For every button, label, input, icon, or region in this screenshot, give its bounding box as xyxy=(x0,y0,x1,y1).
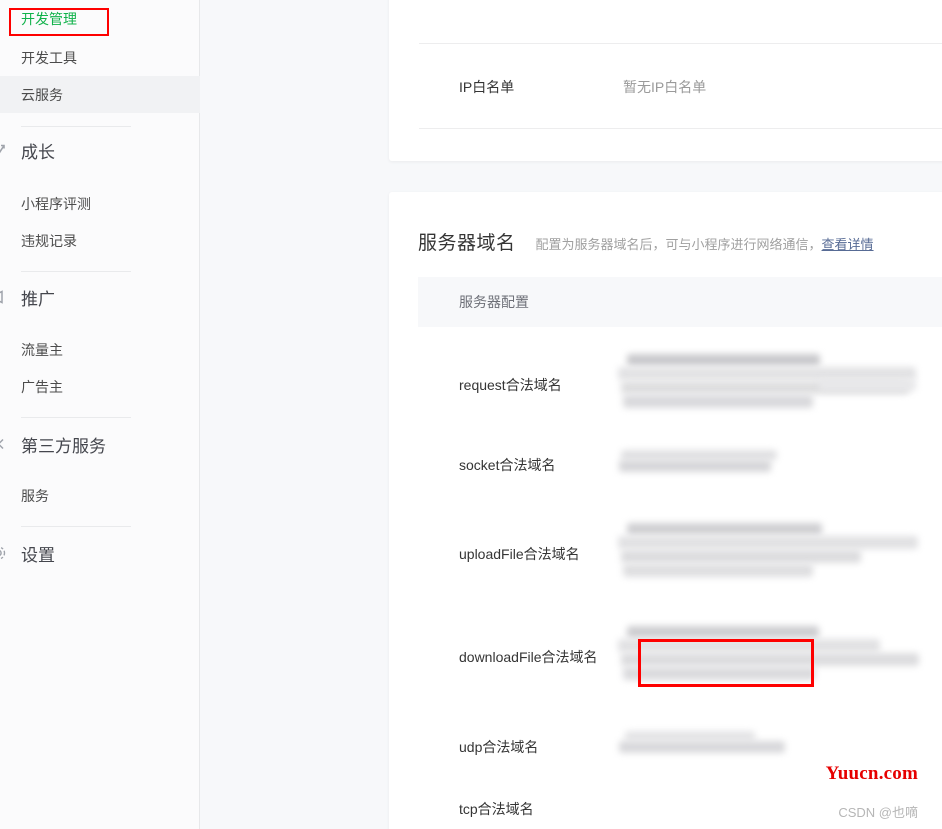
sidebar-group-settings: 设置 xyxy=(0,531,200,575)
sidebar-item-label: 流量主 xyxy=(21,341,63,358)
view-details-link[interactable]: 查看详情 xyxy=(822,237,874,252)
row-label-uploadfile: uploadFile合法域名 xyxy=(459,546,580,562)
table-row: socket合法域名 xyxy=(459,450,942,479)
sidebar-item-label: 广告主 xyxy=(21,378,63,395)
ip-whitelist-row: IP白名单 暂无IP白名单 xyxy=(459,77,706,97)
table-header-label: 服务器配置 xyxy=(459,294,529,310)
row-label-downloadfile: downloadFile合法域名 xyxy=(459,649,598,665)
sidebar-divider xyxy=(21,526,131,527)
table-row: uploadFile合法域名 xyxy=(459,523,942,606)
sidebar-item-violation-records[interactable]: 违规记录 xyxy=(0,222,200,259)
page-title: 服务器域名 xyxy=(418,233,516,254)
sidebar-group-label: 第三方服务 xyxy=(21,436,106,456)
sidebar-item-cloud-service[interactable]: 云服务 xyxy=(0,76,200,113)
watermark-secondary: CSDN @也嘀 xyxy=(838,805,918,820)
ip-whitelist-card: IP白名单 暂无IP白名单 xyxy=(389,0,942,161)
sidebar-item-dev-tools[interactable]: 开发工具 xyxy=(0,39,200,76)
row-label-socket: socket合法域名 xyxy=(459,457,556,473)
table-row: request合法域名 xyxy=(459,354,942,437)
sidebar-item-miniprogram-review[interactable]: 小程序评测 xyxy=(0,185,200,222)
sidebar-group-growth: 成长 xyxy=(0,128,200,172)
growth-icon xyxy=(0,142,7,159)
table-row: downloadFile合法域名 xyxy=(459,626,942,709)
sidebar-group-label: 推广 xyxy=(21,289,55,309)
sidebar-item-label: 服务 xyxy=(21,487,49,504)
sidebar-item-label: 小程序评测 xyxy=(21,195,91,212)
table-header-server-config: 服务器配置 xyxy=(418,277,942,327)
sidebar-item-label: 开发管理 xyxy=(21,10,77,27)
section-description: 配置为服务器域名后，可与小程序进行网络通信，查看详情 xyxy=(536,234,874,253)
row-label-request: request合法域名 xyxy=(459,377,562,393)
promotion-icon xyxy=(0,289,7,306)
sidebar-divider xyxy=(21,126,131,127)
sidebar-item-service[interactable]: 服务 xyxy=(0,477,200,514)
row-divider xyxy=(419,128,942,129)
sidebar-divider xyxy=(21,271,131,272)
row-value-downloadfile xyxy=(618,626,942,709)
sidebar-item-label: 违规记录 xyxy=(21,232,77,249)
sidebar-divider xyxy=(21,417,131,418)
row-divider xyxy=(419,43,942,44)
ip-whitelist-value: 暂无IP白名单 xyxy=(623,79,707,95)
sidebar-item-label: 云服务 xyxy=(21,86,63,103)
sidebar-group-label: 成长 xyxy=(21,142,55,162)
watermark-primary: Yuucn.com xyxy=(825,763,918,784)
sidebar-item-dev-management[interactable]: 开发管理 xyxy=(0,0,200,37)
row-value-socket xyxy=(619,450,942,479)
row-value-request xyxy=(618,354,942,437)
settings-icon xyxy=(0,545,7,562)
section-header: 服务器域名 配置为服务器域名后，可与小程序进行网络通信，查看详情 xyxy=(418,228,874,255)
ip-whitelist-label: IP白名单 xyxy=(459,79,515,95)
sidebar-item-label: 开发工具 xyxy=(21,49,77,66)
sidebar: 开发管理 开发工具 云服务 成长 小程序评测 违规记录 推广 流量主 广告主 第… xyxy=(0,0,200,829)
section-description-text: 配置为服务器域名后，可与小程序进行网络通信， xyxy=(535,237,822,252)
sidebar-item-traffic-owner[interactable]: 流量主 xyxy=(0,331,200,368)
server-domain-card: 服务器域名 配置为服务器域名后，可与小程序进行网络通信，查看详情 服务器配置 r… xyxy=(389,192,942,829)
sidebar-group-thirdparty: 第三方服务 xyxy=(0,422,200,466)
main-content: IP白名单 暂无IP白名单 服务器域名 配置为服务器域名后，可与小程序进行网络通… xyxy=(200,0,942,829)
sidebar-group-promotion: 推广 xyxy=(0,275,200,319)
thirdparty-icon xyxy=(0,436,7,453)
row-label-tcp: tcp合法域名 xyxy=(459,801,534,817)
row-value-udp xyxy=(619,731,942,761)
sidebar-group-label: 设置 xyxy=(21,545,55,565)
page-root: 开发管理 开发工具 云服务 成长 小程序评测 违规记录 推广 流量主 广告主 第… xyxy=(0,0,942,829)
sidebar-item-advertiser[interactable]: 广告主 xyxy=(0,368,200,405)
table-row: udp合法域名 xyxy=(459,731,942,761)
row-value-uploadfile xyxy=(618,523,942,606)
row-label-udp: udp合法域名 xyxy=(459,739,539,755)
